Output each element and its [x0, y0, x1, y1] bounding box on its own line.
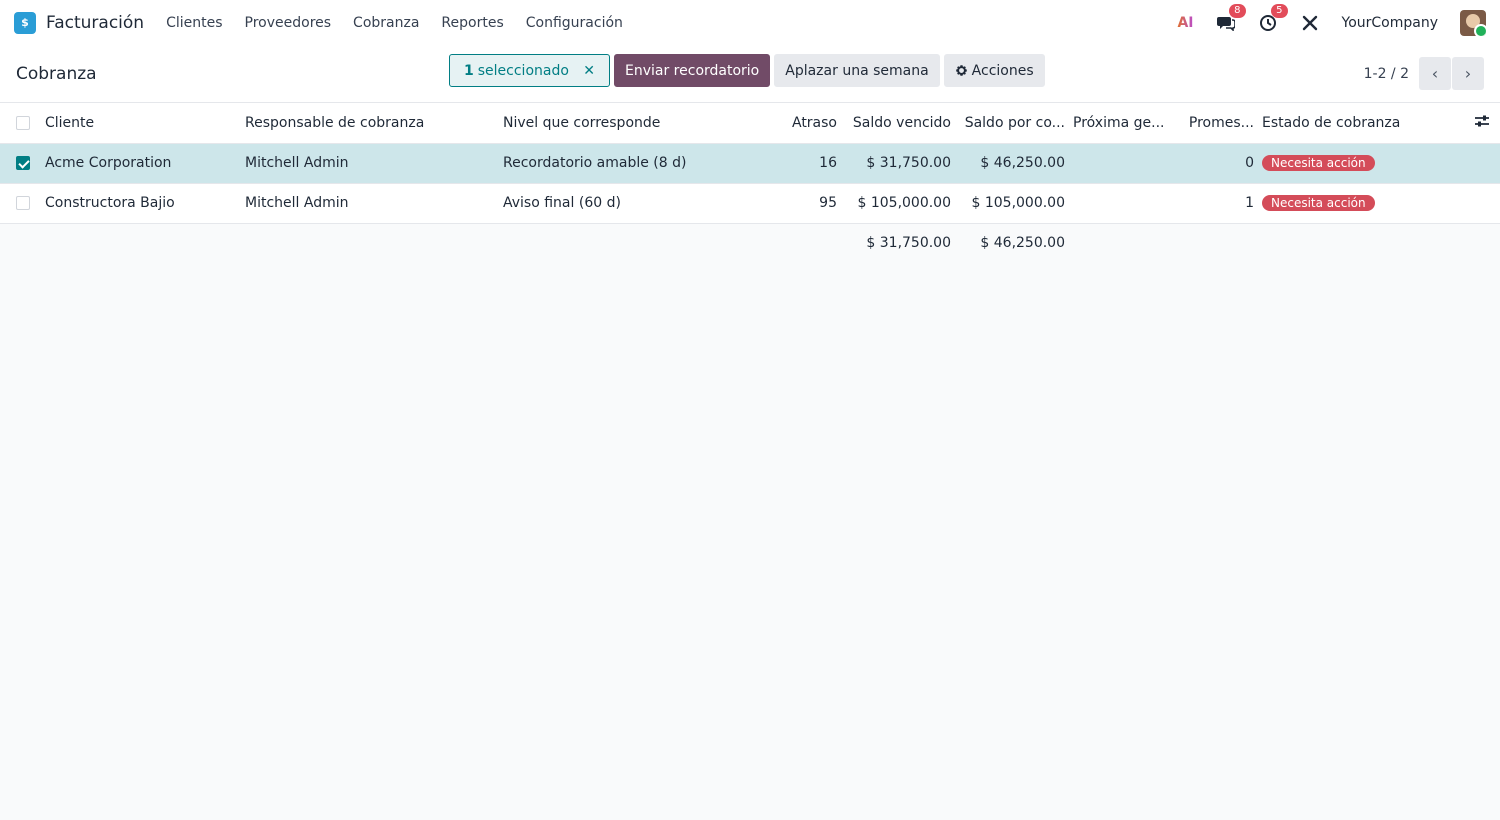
status-badge: Necesita acción: [1262, 195, 1375, 211]
totals-spacer: [41, 223, 241, 263]
debug-tools-button[interactable]: [1300, 13, 1320, 33]
row-checkbox[interactable]: [16, 156, 30, 170]
totals-spacer: [1069, 223, 1177, 263]
cell-cliente[interactable]: Constructora Bajio: [41, 183, 241, 224]
actions-label: Acciones: [971, 62, 1034, 79]
table-row[interactable]: Constructora Bajio Mitchell Admin Aviso …: [0, 183, 1500, 224]
cell-saldo-vencido[interactable]: $ 105,000.00: [841, 183, 955, 224]
pager-next-button[interactable]: ›: [1452, 57, 1484, 90]
optional-columns-toggle[interactable]: [1446, 103, 1500, 144]
selected-label: seleccionado: [477, 62, 569, 79]
main-menu: Clientes Proveedores Cobranza Reportes C…: [166, 15, 623, 31]
cell-promesas[interactable]: 1: [1177, 183, 1258, 224]
cell-proxima-gestion[interactable]: [1069, 183, 1177, 224]
total-saldo-vencido: $ 31,750.00: [866, 235, 951, 252]
table-header-row: Cliente Responsable de cobranza Nivel qu…: [0, 103, 1500, 144]
column-header-atraso[interactable]: Atraso: [727, 103, 841, 144]
cell-saldo-vencido[interactable]: $ 31,750.00: [841, 143, 955, 184]
user-avatar[interactable]: [1460, 9, 1486, 36]
selection-count-button[interactable]: 1 seleccionado ✕: [449, 54, 610, 87]
select-all-checkbox-cell[interactable]: [0, 103, 41, 144]
totals-spacer: [1446, 223, 1500, 263]
cell-empty: [1446, 143, 1500, 184]
totals-row: $ 31,750.00 $ 46,250.00: [0, 223, 1500, 263]
pager-value[interactable]: 1-2 / 2: [1364, 66, 1409, 82]
send-reminder-button[interactable]: Enviar recordatorio: [614, 54, 771, 87]
cell-responsable[interactable]: Mitchell Admin: [241, 143, 499, 184]
messages-button[interactable]: 8: [1216, 3, 1246, 33]
totals-spacer: [499, 223, 727, 263]
chevron-right-icon: ›: [1464, 64, 1472, 83]
cell-estado[interactable]: Necesita acción: [1258, 143, 1446, 184]
cell-saldo-por-cobrar[interactable]: $ 105,000.00: [955, 183, 1069, 224]
column-header-responsable[interactable]: Responsable de cobranza: [241, 103, 499, 144]
row-checkbox-cell[interactable]: [0, 143, 41, 184]
column-header-saldo-por-cobrar[interactable]: Saldo por co...: [955, 103, 1069, 144]
ai-icon[interactable]: AI: [1177, 15, 1193, 31]
cell-proxima-gestion[interactable]: [1069, 143, 1177, 184]
totals-spacer: [727, 223, 841, 263]
gear-icon: [955, 65, 967, 76]
totals-spacer: [241, 223, 499, 263]
cell-empty: [1446, 183, 1500, 224]
collections-list-table: Cliente Responsable de cobranza Nivel qu…: [0, 103, 1500, 263]
cell-nivel[interactable]: Recordatorio amable (8 d): [499, 143, 727, 184]
column-header-saldo-vencido[interactable]: Saldo vencido: [841, 103, 955, 144]
postpone-week-button[interactable]: Aplazar una semana: [774, 54, 940, 87]
cell-atraso[interactable]: 16: [727, 143, 841, 184]
cell-responsable[interactable]: Mitchell Admin: [241, 183, 499, 224]
pager-previous-button[interactable]: ‹: [1419, 57, 1451, 90]
top-navbar: $ Facturación Clientes Proveedores Cobra…: [0, 0, 1500, 45]
activities-button[interactable]: 5: [1258, 3, 1288, 33]
cell-saldo-por-cobrar[interactable]: $ 46,250.00: [955, 143, 1069, 184]
cell-estado[interactable]: Necesita acción: [1258, 183, 1446, 224]
totals-spacer: [1177, 223, 1258, 263]
totals-spacer: [1258, 223, 1446, 263]
column-header-cliente[interactable]: Cliente: [41, 103, 241, 144]
row-checkbox-cell[interactable]: [0, 183, 41, 224]
menu-item-reportes[interactable]: Reportes: [441, 15, 503, 31]
column-header-proxima-gestion[interactable]: Próxima ge...: [1069, 103, 1177, 144]
cell-promesas[interactable]: 0: [1177, 143, 1258, 184]
activities-count-badge: 5: [1271, 3, 1288, 18]
company-switcher[interactable]: YourCompany: [1342, 15, 1439, 31]
column-header-nivel[interactable]: Nivel que corresponde: [499, 103, 727, 144]
table-row[interactable]: Acme Corporation Mitchell Admin Recordat…: [0, 143, 1500, 184]
actions-button[interactable]: Acciones: [943, 54, 1045, 87]
cell-cliente[interactable]: Acme Corporation: [41, 143, 241, 184]
status-badge: Necesita acción: [1262, 155, 1375, 171]
column-header-promesas[interactable]: Promes...: [1177, 103, 1258, 144]
pager-buttons: ‹ ›: [1419, 57, 1484, 90]
app-name[interactable]: Facturación: [46, 13, 144, 33]
selection-actions: 1 seleccionado ✕ Enviar recordatorio Apl…: [449, 54, 1045, 87]
navbar-systray: AI 8 5 YourCompany: [1177, 3, 1486, 36]
clear-selection-icon[interactable]: ✕: [583, 63, 595, 79]
page-title[interactable]: Cobranza: [16, 64, 97, 84]
row-checkbox[interactable]: [16, 196, 30, 210]
cell-nivel[interactable]: Aviso final (60 d): [499, 183, 727, 224]
total-saldo-por-cobrar: $ 46,250.00: [980, 235, 1065, 252]
messages-count-badge: 8: [1229, 3, 1246, 18]
pager: 1-2 / 2 ‹ ›: [1364, 57, 1484, 90]
app-logo-icon[interactable]: $: [14, 11, 39, 37]
select-all-checkbox[interactable]: [16, 115, 30, 130]
column-header-estado[interactable]: Estado de cobranza: [1258, 103, 1446, 144]
totals-spacer: [0, 223, 41, 263]
menu-item-configuracion[interactable]: Configuración: [526, 15, 623, 31]
sliders-icon: [1475, 115, 1489, 127]
selected-count: 1: [464, 62, 474, 79]
chevron-left-icon: ‹: [1431, 64, 1439, 83]
menu-item-cobranza[interactable]: Cobranza: [353, 15, 419, 31]
cell-atraso[interactable]: 95: [727, 183, 841, 224]
tools-icon: [1302, 15, 1317, 30]
control-panel: Cobranza 1 seleccionado ✕ Enviar recorda…: [0, 45, 1500, 103]
menu-item-proveedores[interactable]: Proveedores: [245, 15, 332, 31]
menu-item-clientes[interactable]: Clientes: [166, 15, 222, 31]
